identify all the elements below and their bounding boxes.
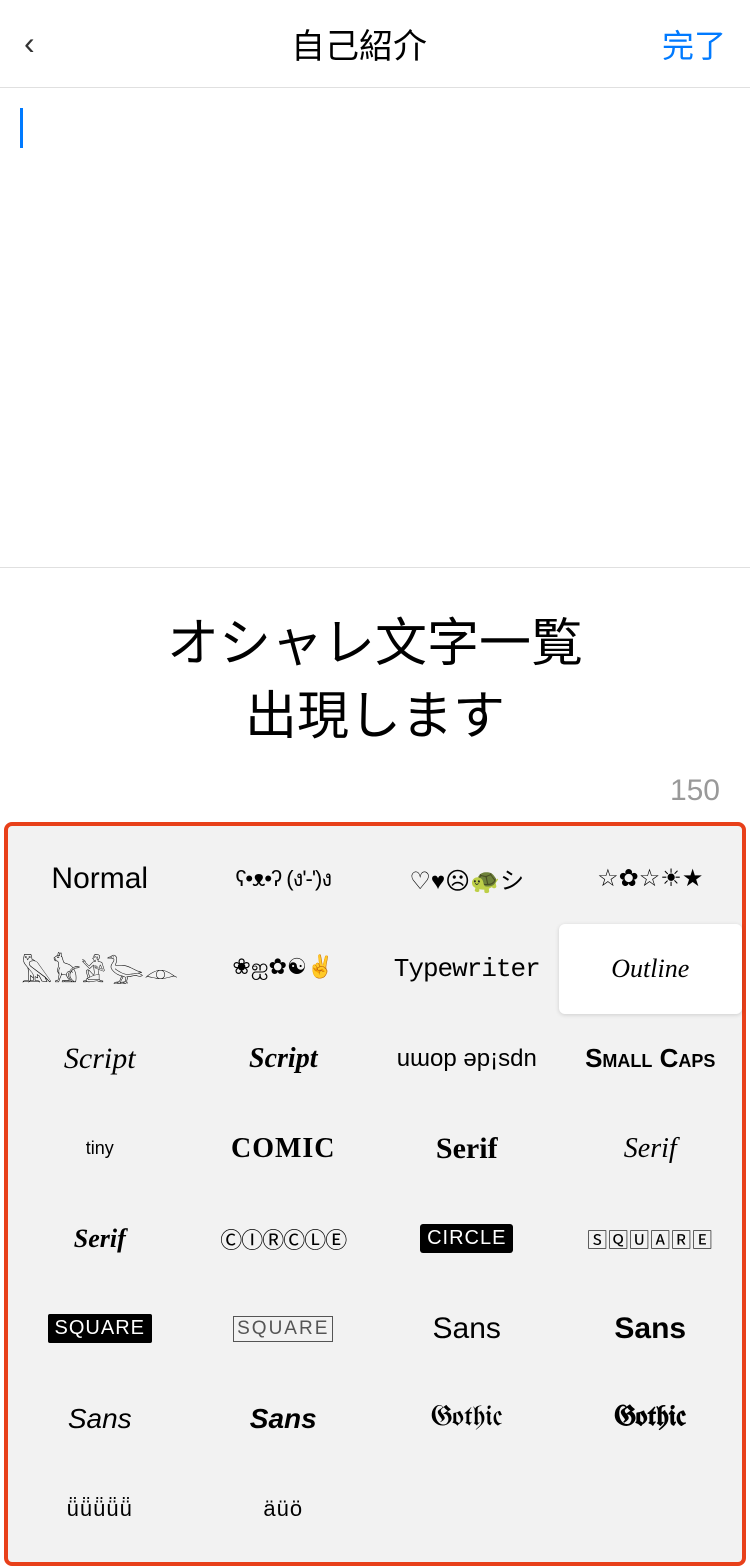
done-button[interactable]: 完了	[646, 21, 726, 67]
font-cell-symbols1[interactable]: ʕ•ᴥ•ʔ (ง'-')ง	[192, 834, 376, 924]
font-cell-smallcaps[interactable]: Small Caps	[559, 1014, 743, 1104]
font-cell-serif-bold[interactable]: Serif	[375, 1104, 559, 1194]
cursor	[20, 108, 23, 148]
prompt-text-line2: 出現します	[60, 681, 690, 754]
font-cell-script1[interactable]: Script	[8, 1014, 192, 1104]
font-cell-normal[interactable]: Normal	[8, 834, 192, 924]
font-cell-serif-bold-italic[interactable]: Serif	[8, 1194, 192, 1284]
prompt-text-line1: オシャレ文字一覧	[60, 608, 690, 681]
font-cell-updown[interactable]: uɯop ǝp¡sdn	[375, 1014, 559, 1104]
font-cell-typewriter[interactable]: Typewriter	[375, 924, 559, 1014]
font-panel: Normal ʕ•ᴥ•ʔ (ง'-')ง ♡♥☹🐢シ ☆✿☆☀★ 𓅓𓃠𓀀𓅬𓁹 ❀…	[4, 822, 746, 1566]
font-cell-circle-filled[interactable]: CIRCLE	[375, 1194, 559, 1284]
font-cell-sans-bolditalic[interactable]: Sans	[192, 1374, 376, 1464]
back-button[interactable]: ‹	[24, 25, 72, 62]
page-title: 自己紹介	[291, 19, 427, 68]
font-cell-square-outline2[interactable]: SQUARE	[192, 1284, 376, 1374]
font-cell-empty1	[375, 1464, 559, 1554]
font-cell-gothic[interactable]: Gothic	[375, 1374, 559, 1464]
font-cell-dot1[interactable]: ü̈ü̈ü̈ü̈ü̈	[8, 1464, 192, 1554]
font-cell-sans[interactable]: Sans	[375, 1284, 559, 1374]
font-grid: Normal ʕ•ᴥ•ʔ (ง'-')ง ♡♥☹🐢シ ☆✿☆☀★ 𓅓𓃠𓀀𓅬𓁹 ❀…	[8, 834, 742, 1554]
font-cell-hieroglyph[interactable]: 𓅓𓃠𓀀𓅬𓁹	[8, 924, 192, 1014]
font-cell-script2[interactable]: Script	[192, 1014, 376, 1104]
font-cell-sans-italic[interactable]: Sans	[8, 1374, 192, 1464]
font-cell-stars[interactable]: ☆✿☆☀★	[559, 834, 743, 924]
char-count: 150	[0, 764, 750, 822]
font-cell-empty2	[559, 1464, 743, 1554]
font-cell-circle-outline[interactable]: ⒸⒾⓇⒸⓁⒺ	[192, 1194, 376, 1284]
text-editor[interactable]	[0, 88, 750, 568]
font-cell-dot2[interactable]: äüö	[192, 1464, 376, 1554]
font-cell-square-filled[interactable]: SQUARE	[8, 1284, 192, 1374]
font-cell-tiny[interactable]: tiny	[8, 1104, 192, 1194]
font-cell-sans-bold[interactable]: Sans	[559, 1284, 743, 1374]
header: ‹ 自己紹介 完了	[0, 0, 750, 88]
font-cell-gothic-bold[interactable]: Gothic	[559, 1374, 743, 1464]
font-cell-comic[interactable]: COMIC	[192, 1104, 376, 1194]
font-cell-outline[interactable]: Outline	[559, 924, 743, 1014]
font-cell-square-outline[interactable]: 🅂🅀🅄🄰🅁🄴	[559, 1194, 743, 1284]
font-cell-swirl[interactable]: ❀ஐ✿☯✌	[192, 924, 376, 1014]
font-cell-emoji1[interactable]: ♡♥☹🐢シ	[375, 834, 559, 924]
prompt-section: オシャレ文字一覧 出現します	[0, 568, 750, 764]
font-cell-serif-italic[interactable]: Serif	[559, 1104, 743, 1194]
